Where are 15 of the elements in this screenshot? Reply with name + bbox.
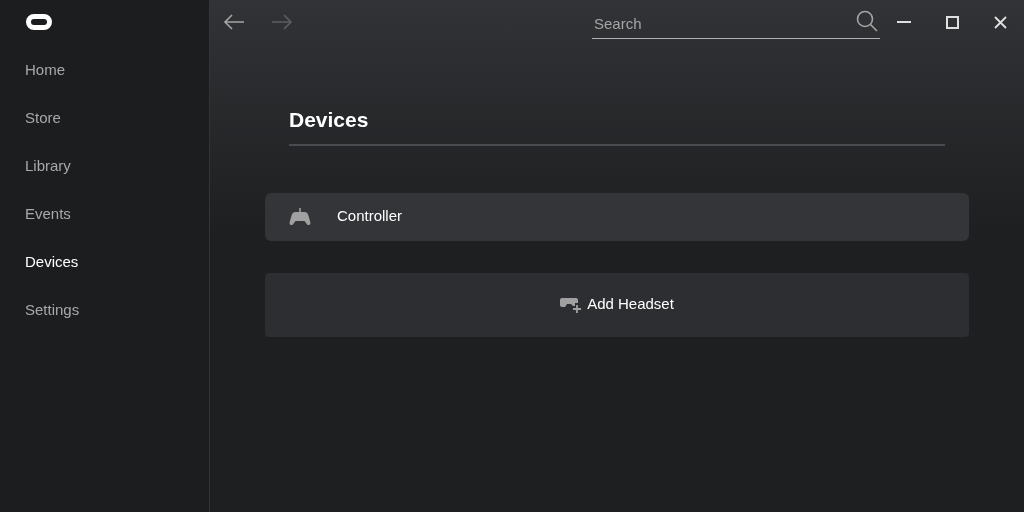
gamepad-icon — [289, 207, 311, 226]
search-icon[interactable] — [856, 10, 878, 32]
sidebar-item[interactable]: Library — [0, 142, 209, 190]
search-field[interactable]: Search — [592, 9, 880, 39]
sidebar-item[interactable]: Settings — [0, 286, 209, 334]
device-name: Controller — [337, 206, 403, 227]
device-card[interactable]: Controller — [265, 192, 969, 241]
sidebar-item[interactable]: Home — [0, 46, 209, 94]
add-headset-button[interactable]: Add Headset — [265, 272, 969, 337]
sidebar-item[interactable]: Store — [0, 94, 209, 142]
sidebar-item[interactable]: Events — [0, 190, 209, 238]
page-title: Devices — [289, 107, 370, 133]
sidebar-item[interactable]: Devices — [0, 238, 209, 286]
headset-add-icon — [560, 296, 582, 313]
logo-icon[interactable] — [26, 14, 52, 30]
